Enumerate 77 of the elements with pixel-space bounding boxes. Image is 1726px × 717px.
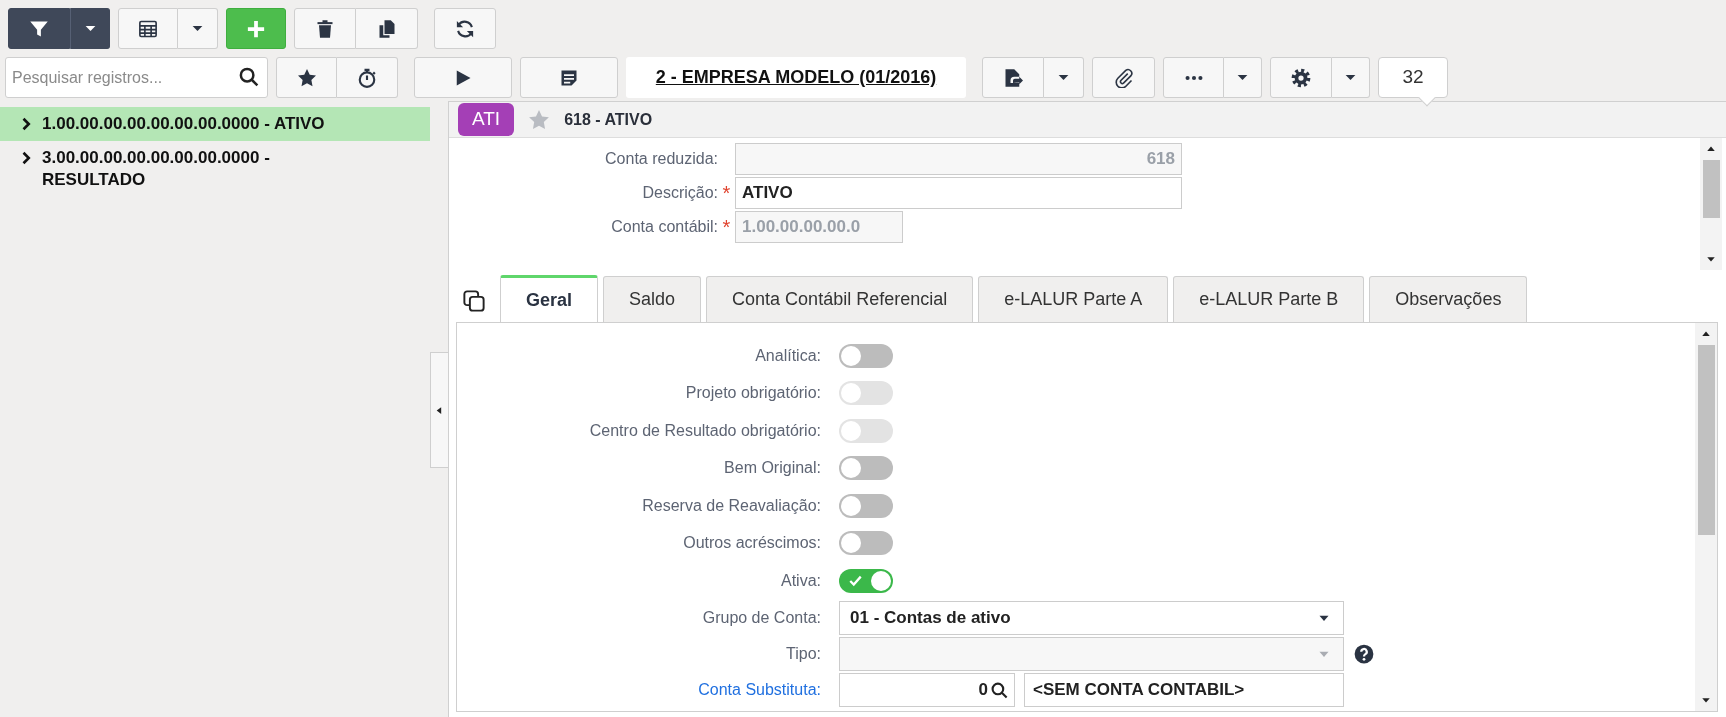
tab[interactable]: Saldo: [603, 276, 702, 322]
field-label: Conta contábil:: [610, 217, 718, 237]
star-icon: [296, 67, 317, 88]
tab[interactable]: Geral: [500, 275, 599, 323]
field-label: Projeto obrigatório:: [684, 383, 821, 404]
settings-button[interactable]: [1270, 57, 1332, 98]
collapse-handle[interactable]: [430, 352, 448, 468]
tab[interactable]: Observações: [1369, 276, 1528, 322]
field-label: Centro de Resultado obrigatório:: [588, 420, 821, 441]
field-label: Grupo de Conta:: [701, 608, 821, 628]
play-button[interactable]: [414, 57, 512, 98]
toggle-switch[interactable]: [839, 568, 893, 593]
duplicate-button[interactable]: [356, 8, 418, 49]
input-field: 618: [735, 143, 1182, 175]
gear-icon: [1291, 67, 1311, 88]
scroll-down-icon: [1701, 695, 1711, 705]
tab[interactable]: e-LALUR Parte A: [978, 276, 1169, 322]
field-label: Reserva de Reavaliação:: [641, 495, 821, 516]
table-icon: [138, 18, 158, 39]
toggle-switch[interactable]: [839, 531, 893, 556]
plus-icon: [246, 18, 266, 39]
search-icon: [991, 681, 1008, 699]
check-icon: [848, 573, 863, 588]
copy-tabs-icon: [463, 290, 485, 312]
tree-item[interactable]: 3.00.00.00.00.00.00.00.0000 - RESULTADO: [0, 141, 430, 198]
trash-icon: [315, 18, 335, 39]
field-label: Outros acréscimos:: [682, 533, 821, 554]
notes-button[interactable]: [520, 57, 618, 98]
stopwatch-icon: [357, 67, 377, 88]
tab[interactable]: Conta Contábil Referencial: [706, 276, 974, 322]
timer-button[interactable]: [337, 57, 398, 98]
description-field: <SEM CONTA CONTABIL>: [1024, 673, 1344, 707]
field-label: Descrição:: [641, 183, 718, 203]
favorite-button[interactable]: [276, 57, 337, 98]
field-label: Conta reduzida:: [604, 149, 718, 169]
search-icon: [239, 67, 259, 87]
add-button[interactable]: [226, 8, 286, 49]
table-view-button[interactable]: [118, 8, 178, 49]
input-field[interactable]: ATIVO: [735, 177, 1182, 209]
record-tag: ATI: [458, 103, 515, 136]
paperclip-icon: [1113, 67, 1134, 88]
attach-button[interactable]: [1092, 57, 1155, 98]
delete-button[interactable]: [294, 8, 356, 49]
scroll-up-icon: [1701, 329, 1711, 339]
file-export-icon: [1003, 67, 1023, 88]
required-asterisk: *: [722, 216, 731, 238]
toggle-switch[interactable]: [839, 493, 893, 518]
search-field[interactable]: Pesquisar registros...: [5, 57, 268, 98]
field-label: Tipo:: [785, 644, 821, 664]
record-title: 618 - ATIVO: [564, 109, 653, 130]
field-label: Analítica:: [754, 345, 821, 366]
input-field[interactable]: 0: [839, 673, 1015, 707]
scrollbar[interactable]: [1695, 323, 1717, 711]
toggle-switch[interactable]: [839, 343, 893, 368]
more-button[interactable]: [1163, 57, 1224, 98]
filter-button[interactable]: [8, 8, 70, 49]
scroll-down-icon: [1706, 254, 1716, 264]
company-link[interactable]: 2 - EMPRESA MODELO (01/2016): [626, 57, 966, 98]
scrollbar-thumb[interactable]: [1697, 345, 1715, 535]
required-asterisk: *: [722, 182, 731, 204]
scroll-up-icon: [1706, 144, 1716, 154]
dropdown-button[interactable]: [70, 8, 110, 49]
field-label: Ativa:: [780, 570, 821, 591]
input-field: 1.00.00.00.00.0: [735, 211, 903, 243]
toggle-switch[interactable]: [839, 456, 893, 481]
scrollbar[interactable]: [1700, 138, 1722, 270]
ellipsis-icon: [1184, 74, 1203, 81]
refresh-button[interactable]: [434, 8, 496, 49]
tab[interactable]: e-LALUR Parte B: [1173, 276, 1365, 322]
tree-item[interactable]: 1.00.00.00.00.00.00.00.0000 - ATIVO: [0, 107, 430, 142]
scrollbar-thumb[interactable]: [1702, 160, 1720, 218]
dropdown-field[interactable]: 01 - Contas de ativo: [839, 601, 1344, 635]
field-link[interactable]: Conta Substituta:: [457, 678, 821, 702]
field-label: Bem Original:: [723, 458, 821, 479]
export-button[interactable]: [982, 57, 1044, 98]
triangle-left-icon: [435, 405, 444, 415]
refresh-icon: [455, 18, 475, 39]
